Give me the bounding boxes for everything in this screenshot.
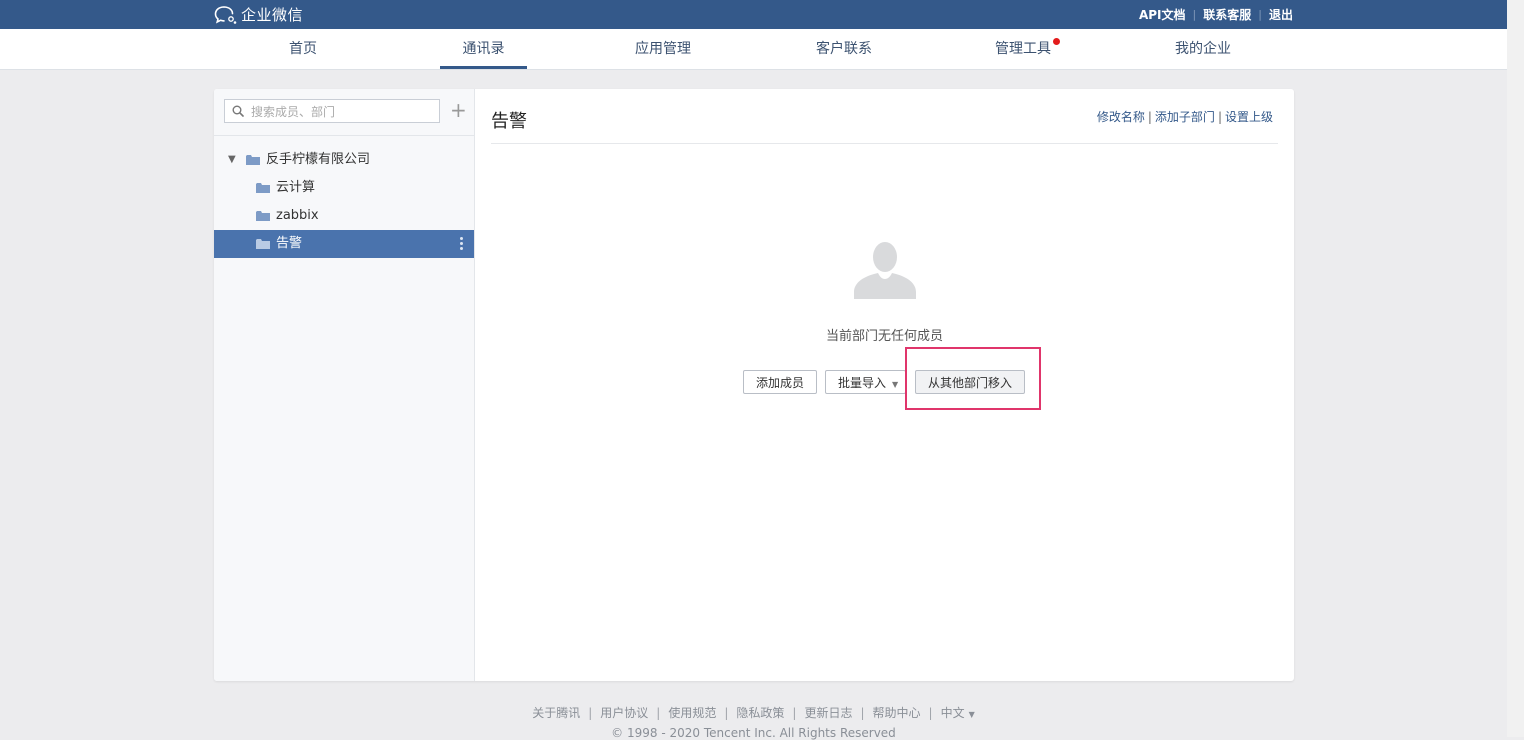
add-subdepartment-link[interactable]: 添加子部门: [1155, 108, 1215, 125]
tree-item-alert[interactable]: 告警: [214, 230, 474, 258]
logo[interactable]: 企业微信: [214, 4, 303, 25]
more-options-icon[interactable]: [460, 237, 464, 252]
tree-item-label: zabbix: [276, 208, 319, 223]
nav-management-tools[interactable]: 管理工具: [995, 29, 1060, 69]
page-scrollbar[interactable]: [1507, 0, 1524, 737]
department-title: 告警: [491, 111, 527, 132]
sidebar-divider: [214, 135, 474, 136]
folder-icon: [256, 183, 270, 193]
empty-avatar-icon: [854, 242, 916, 299]
tree-root-label: 反手柠檬有限公司: [266, 152, 371, 167]
add-member-button[interactable]: 添加成员: [743, 370, 817, 394]
folder-icon: [256, 239, 270, 249]
nav-my-enterprise[interactable]: 我的企业: [1175, 29, 1231, 69]
nav-home[interactable]: 首页: [289, 29, 317, 69]
tree-item-zabbix[interactable]: zabbix: [214, 202, 474, 230]
tree-item-label: 告警: [276, 236, 303, 251]
top-links: API文档 | 联系客服 | 退出: [1138, 6, 1293, 23]
notification-dot: [1053, 38, 1060, 45]
api-docs-link[interactable]: API文档: [1139, 6, 1186, 23]
add-icon[interactable]: +: [450, 100, 467, 121]
nav-customer-contact[interactable]: 客户联系: [816, 29, 872, 69]
tree-item-label: 云计算: [276, 180, 316, 195]
footer-link-about[interactable]: 关于腾讯: [532, 704, 580, 721]
footer-link-help[interactable]: 帮助中心: [873, 704, 921, 721]
footer-link-changelog[interactable]: 更新日志: [804, 704, 852, 721]
logo-text: 企业微信: [241, 6, 304, 24]
title-divider: [491, 143, 1278, 144]
search-icon: [232, 105, 244, 117]
tree-root[interactable]: ▼ 反手柠檬有限公司: [214, 146, 474, 174]
footer: 关于腾讯 | 用户协议 | 使用规范 | 隐私政策 | 更新日志 | 帮助中心 | 中文 ▼: [532, 704, 975, 721]
copyright: © 1998 - 2020 Tencent Inc. All Rights Re…: [611, 726, 896, 740]
department-actions: 修改名称 | 添加子部门 | 设置上级: [1096, 108, 1273, 125]
batch-import-label: 批量导入: [838, 376, 887, 390]
dropdown-caret-icon: ▼: [892, 380, 899, 389]
footer-link-usage-rules[interactable]: 使用规范: [668, 704, 716, 721]
rename-link[interactable]: 修改名称: [1097, 108, 1145, 125]
department-detail: 告警 修改名称 | 添加子部门 | 设置上级 当前部门无任何成员 添加成员 批量…: [475, 89, 1294, 681]
highlight-box: [905, 347, 1041, 410]
department-sidebar: + ▼ 反手柠檬有限公司 云计算 zabbix 告警: [214, 89, 475, 681]
folder-icon: [256, 211, 270, 221]
contacts-panel: + ▼ 反手柠檬有限公司 云计算 zabbix 告警: [214, 89, 1294, 681]
contact-support-link[interactable]: 联系客服: [1203, 6, 1251, 23]
empty-state-text: 当前部门无任何成员: [825, 329, 943, 344]
set-parent-link[interactable]: 设置上级: [1225, 108, 1273, 125]
main-nav: 首页 通讯录 应用管理 客户联系 管理工具 我的企业: [0, 29, 1507, 70]
logout-link[interactable]: 退出: [1269, 6, 1293, 23]
search-input[interactable]: [249, 101, 439, 123]
nav-app-management[interactable]: 应用管理: [635, 29, 691, 69]
nav-contacts[interactable]: 通讯录: [440, 29, 527, 69]
search-box[interactable]: [224, 99, 440, 123]
language-selector[interactable]: 中文 ▼: [941, 704, 975, 721]
caret-down-icon[interactable]: ▼: [228, 146, 236, 174]
footer-link-privacy[interactable]: 隐私政策: [736, 704, 784, 721]
folder-icon: [246, 155, 260, 165]
footer-link-user-agreement[interactable]: 用户协议: [600, 704, 648, 721]
tree-item-cloud[interactable]: 云计算: [214, 174, 474, 202]
batch-import-button[interactable]: 批量导入 ▼: [825, 370, 906, 394]
chat-bubble-icon: [214, 5, 237, 24]
top-bar: 企业微信 API文档 | 联系客服 | 退出: [0, 0, 1507, 29]
dropdown-caret-icon: ▼: [968, 710, 975, 719]
